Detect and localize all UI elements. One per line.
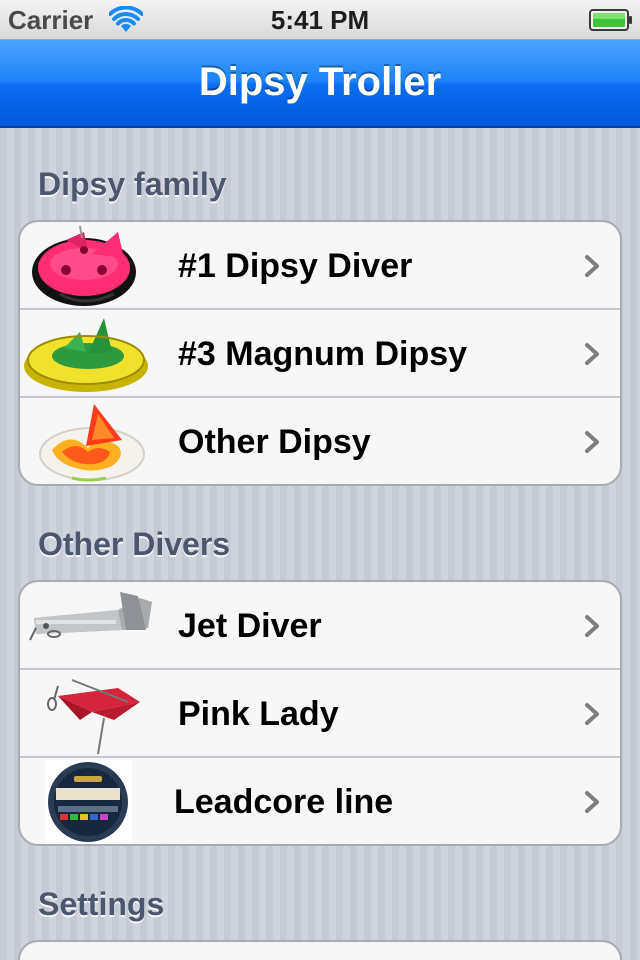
dipsy-family-group: #1 Dipsy Diver #3 Magnum Dipsy Other Dip… xyxy=(18,220,622,486)
section-header-dipsy-family: Dipsy family xyxy=(38,166,227,202)
pink-lady-image xyxy=(22,672,156,756)
chevron-right-icon xyxy=(585,255,599,277)
list-item-leadcore-line[interactable]: Leadcore line xyxy=(20,758,620,844)
flame-dipsy-image xyxy=(22,400,156,484)
list-item-dipsy-diver-1[interactable]: #1 Dipsy Diver xyxy=(20,222,620,310)
list-item-pink-lady[interactable]: Pink Lady xyxy=(20,670,620,758)
list-item-label: Jet Diver xyxy=(178,607,322,645)
list-item-label: #3 Magnum Dipsy xyxy=(178,335,468,373)
section-header-other-divers: Other Divers xyxy=(38,526,231,562)
list-item-jet-diver[interactable]: Jet Diver xyxy=(20,582,620,670)
status-bar: Carrier 5:41 PM xyxy=(0,0,640,40)
chevron-right-icon xyxy=(585,343,599,365)
status-time: 5:41 PM xyxy=(270,5,370,35)
section-header-settings: Settings xyxy=(38,886,165,922)
list-item-label: Leadcore line xyxy=(174,783,394,821)
settings-group[interactable] xyxy=(18,940,622,960)
chevron-right-icon xyxy=(585,431,599,453)
list-item-label: Pink Lady xyxy=(178,695,339,733)
battery-full-icon xyxy=(589,9,632,31)
chevron-right-icon xyxy=(585,791,599,813)
page-title: Dipsy Troller xyxy=(198,60,442,104)
list-item-label: #1 Dipsy Diver xyxy=(178,247,413,285)
leadcore-spool-image xyxy=(22,760,156,844)
chevron-right-icon xyxy=(585,703,599,725)
list-item-other-dipsy[interactable]: Other Dipsy xyxy=(20,398,620,484)
other-divers-group: Jet Diver Pink Lady Leadcore line xyxy=(18,580,622,846)
chevron-right-icon xyxy=(585,615,599,637)
yellow-magnum-dipsy-image xyxy=(22,312,156,396)
pink-dipsy-diver-image xyxy=(22,224,156,308)
navigation-bar: Dipsy Troller xyxy=(0,40,640,128)
jet-diver-image xyxy=(22,584,156,668)
list-item-magnum-dipsy-3[interactable]: #3 Magnum Dipsy xyxy=(20,310,620,398)
list-item-label: Other Dipsy xyxy=(178,423,371,461)
